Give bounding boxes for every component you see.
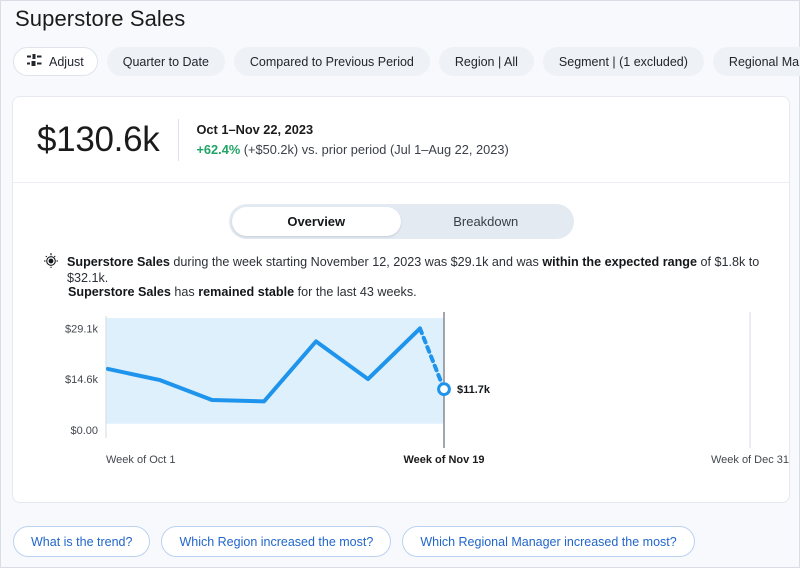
expected-range-band bbox=[106, 318, 444, 424]
kpi-delta-percent: +62.4% bbox=[196, 142, 241, 157]
kpi-delta: +62.4% (+$50.2k) vs. prior period (Jul 1… bbox=[196, 142, 508, 157]
suggested-questions: What is the trend? Which Region increase… bbox=[13, 526, 695, 557]
y-tick-14k: $14.6k bbox=[65, 374, 99, 386]
card-divider bbox=[13, 182, 789, 183]
y-tick-29k: $29.1k bbox=[65, 323, 99, 335]
adjust-label: Adjust bbox=[49, 54, 84, 69]
kpi-date-range: Oct 1–Nov 22, 2023 bbox=[196, 122, 314, 137]
filter-pill-regional-manager[interactable]: Regional Manager | All bbox=[712, 47, 800, 76]
insight-card: $130.6k Oct 1–Nov 22, 2023 +62.4% (+$50.… bbox=[12, 96, 790, 503]
kpi-header: $130.6k Oct 1–Nov 22, 2023 +62.4% (+$50.… bbox=[13, 97, 789, 182]
endpoint-marker bbox=[437, 382, 451, 397]
x-tick-dec31: Week of Dec 31 bbox=[711, 454, 789, 466]
insight-range-status: within the expected range bbox=[542, 255, 697, 269]
tab-overview[interactable]: Overview bbox=[231, 207, 401, 236]
kpi-value: $130.6k bbox=[37, 120, 160, 159]
trend-chart: $29.1k $14.6k $0.00 $11.7k Week of Oct 1… bbox=[13, 311, 791, 486]
insight-primary-text: Superstore Sales during the week startin… bbox=[67, 253, 769, 286]
question-chip-regional-manager[interactable]: Which Regional Manager increased the mos… bbox=[402, 526, 695, 557]
insight2-mid: has bbox=[170, 285, 199, 299]
page-title: Superstore Sales bbox=[15, 6, 186, 31]
adjust-button[interactable]: Adjust bbox=[13, 47, 98, 76]
insight-secondary: Superstore Sales has remained stable for… bbox=[68, 285, 417, 299]
filter-pill-date[interactable]: Quarter to Date bbox=[106, 47, 225, 76]
filter-pill-region[interactable]: Region | All bbox=[438, 47, 534, 76]
insight2-end: for the last 43 weeks. bbox=[294, 285, 417, 299]
sliders-icon bbox=[27, 53, 42, 70]
insight-primary: Superstore Sales during the week startin… bbox=[44, 253, 769, 286]
tab-breakdown[interactable]: Breakdown bbox=[401, 207, 571, 236]
kpi-divider bbox=[178, 118, 180, 161]
view-toggle: Overview Breakdown bbox=[228, 204, 574, 239]
insight2-metric-name: Superstore Sales bbox=[68, 285, 171, 299]
filter-pill-segment[interactable]: Segment | (1 excluded) bbox=[542, 47, 704, 76]
question-chip-trend[interactable]: What is the trend? bbox=[13, 526, 151, 557]
target-icon bbox=[44, 253, 58, 273]
kpi-delta-detail: (+$50.2k) vs. prior period (Jul 1–Aug 22… bbox=[240, 142, 509, 157]
endpoint-label: $11.7k bbox=[457, 384, 491, 396]
filter-toolbar: Adjust Quarter to Date Compared to Previ… bbox=[13, 47, 800, 76]
app-window: Superstore Sales Adjust Quarter to Date … bbox=[0, 0, 800, 568]
question-chip-region[interactable]: Which Region increased the most? bbox=[161, 526, 392, 557]
insight2-trend: remained stable bbox=[198, 285, 295, 299]
filter-pill-comparison[interactable]: Compared to Previous Period bbox=[233, 47, 430, 76]
y-tick-0: $0.00 bbox=[70, 425, 98, 437]
insight-metric-name: Superstore Sales bbox=[67, 255, 170, 269]
insight-line1-mid: during the week starting November 12, 20… bbox=[169, 255, 543, 269]
x-tick-oct1: Week of Oct 1 bbox=[106, 454, 176, 466]
view-toggle-container: Overview Breakdown bbox=[13, 204, 789, 239]
x-tick-nov19: Week of Nov 19 bbox=[403, 454, 484, 466]
